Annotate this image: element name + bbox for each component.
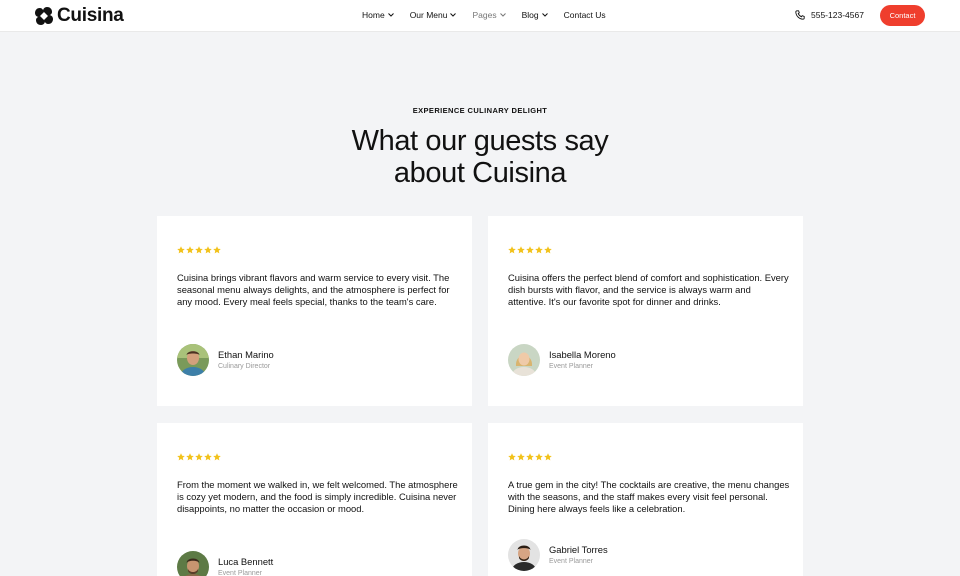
star-icon <box>177 246 185 254</box>
star-icon <box>204 453 212 461</box>
section-eyebrow: EXPERIENCE CULINARY DELIGHT <box>412 106 548 115</box>
testimonial-card: Cuisina offers the perfect blend of comf… <box>488 216 803 406</box>
reviewer-name: Ethan Marino <box>218 349 274 360</box>
chevron-down-icon <box>387 13 394 17</box>
nav-item-contact-us[interactable]: Contact Us <box>564 10 606 20</box>
phone-link[interactable]: 555-123-4567 <box>795 10 864 20</box>
star-rating <box>508 453 552 461</box>
reviewer-role: Event Planner <box>549 558 593 565</box>
star-rating <box>177 246 221 254</box>
phone-icon <box>795 10 805 20</box>
star-icon <box>544 453 552 461</box>
star-icon <box>508 453 516 461</box>
brand-logo[interactable]: Cuisina <box>35 5 124 27</box>
reviewer-name: Gabriel Torres <box>549 544 608 555</box>
star-icon <box>195 246 203 254</box>
brand-name: Cuisina <box>57 5 124 26</box>
star-icon <box>544 246 552 254</box>
testimonial-text: Cuisina offers the perfect blend of comf… <box>508 272 789 308</box>
phone-number: 555-123-4567 <box>811 10 864 20</box>
star-icon <box>517 453 525 461</box>
main-nav: Home Our Menu Pages Blog Contact Us <box>362 10 622 20</box>
nav-item-home[interactable]: Home <box>362 10 394 20</box>
testimonial-text: Cuisina brings vibrant flavors and warm … <box>177 272 450 308</box>
testimonial-card: Cuisina brings vibrant flavors and warm … <box>157 216 472 406</box>
contact-button[interactable]: Contact <box>880 5 925 26</box>
nav-item-label: Our Menu <box>409 10 448 20</box>
reviewer-role: Event Planner <box>549 363 593 370</box>
nav-item-label: Pages <box>472 10 497 20</box>
chevron-down-icon <box>541 13 548 17</box>
star-icon <box>526 246 534 254</box>
star-rating <box>177 453 221 461</box>
nav-item-our-menu[interactable]: Our Menu <box>410 10 457 20</box>
testimonial-card: A true gem in the city! The cocktails ar… <box>488 423 803 576</box>
chevron-down-icon <box>499 13 506 17</box>
star-icon <box>535 246 543 254</box>
testimonial-text: A true gem in the city! The cocktails ar… <box>508 479 790 515</box>
section-title-line-1: What our guests say <box>351 125 609 157</box>
reviewer-name: Luca Bennett <box>218 556 274 567</box>
section-title: What our guests say about Cuisina <box>0 125 960 189</box>
star-icon <box>535 453 543 461</box>
reviewer-role: Culinary Director <box>218 363 271 370</box>
reviewer-role: Event Planner <box>218 570 262 576</box>
site-header: Cuisina Home Our Menu Pages Blog Contact… <box>0 0 960 32</box>
nav-item-pages[interactable]: Pages <box>472 10 506 20</box>
avatar <box>508 344 540 376</box>
section-title-line-2: about Cuisina <box>393 157 567 189</box>
cuisina-logo-icon <box>35 7 53 25</box>
nav-item-blog[interactable]: Blog <box>522 10 548 20</box>
avatar <box>508 539 540 571</box>
nav-item-label: Blog <box>521 10 539 20</box>
star-icon <box>213 246 221 254</box>
star-icon <box>508 246 516 254</box>
star-icon <box>177 453 185 461</box>
testimonial-card: From the moment we walked in, we felt we… <box>157 423 472 576</box>
chevron-down-icon <box>450 13 457 17</box>
nav-item-label: Contact Us <box>563 10 606 20</box>
nav-item-label: Home <box>362 10 385 20</box>
star-rating <box>508 246 552 254</box>
star-icon <box>517 246 525 254</box>
testimonial-text: From the moment we walked in, we felt we… <box>177 479 458 515</box>
star-icon <box>213 453 221 461</box>
avatar <box>177 551 209 576</box>
reviewer-name: Isabella Moreno <box>549 349 616 360</box>
star-icon <box>195 453 203 461</box>
avatar <box>177 344 209 376</box>
star-icon <box>204 246 212 254</box>
star-icon <box>186 246 194 254</box>
star-icon <box>186 453 194 461</box>
star-icon <box>526 453 534 461</box>
